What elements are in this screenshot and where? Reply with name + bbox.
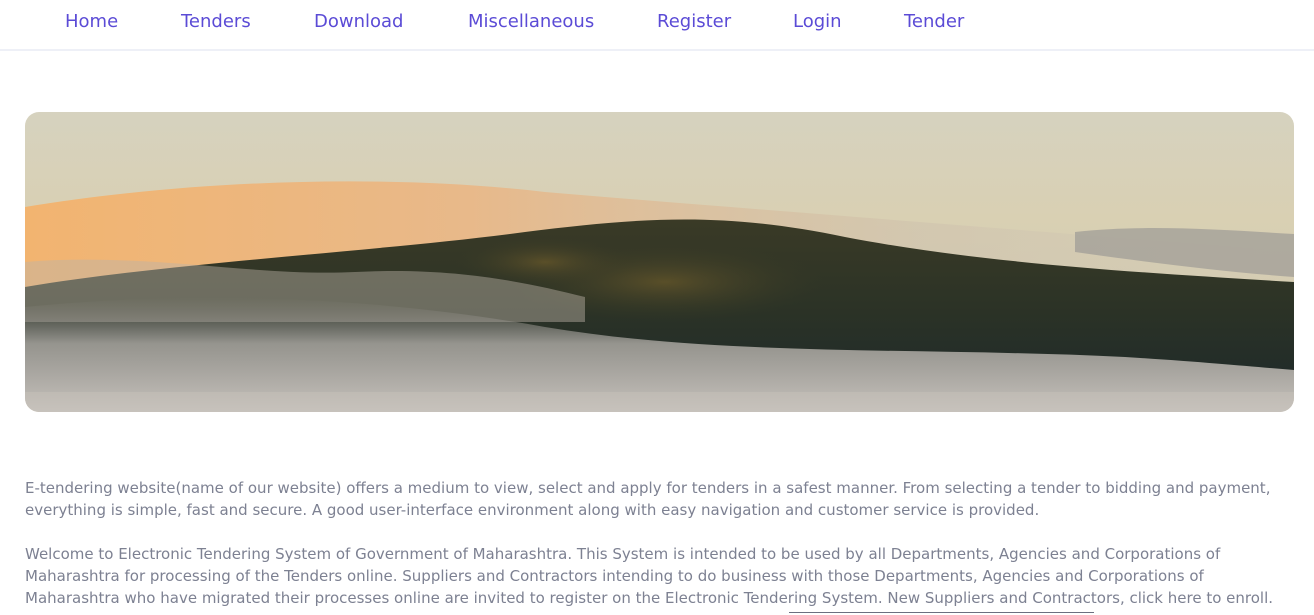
intro-content: E-tendering website(name of our website)…: [25, 477, 1275, 609]
nav-register-link[interactable]: Register: [657, 11, 731, 33]
nav-download-link[interactable]: Download: [314, 11, 403, 33]
intro-paragraph: E-tendering website(name of our website)…: [25, 479, 1271, 519]
nav-tender-link[interactable]: Tender: [904, 11, 964, 33]
nav-miscellaneous-link[interactable]: Miscellaneous: [468, 11, 594, 33]
nav-login-link[interactable]: Login: [793, 11, 842, 33]
nav-tenders-link[interactable]: Tenders: [181, 11, 251, 33]
welcome-paragraph: Welcome to Electronic Tendering System o…: [25, 545, 1274, 607]
hero-banner-image: [25, 112, 1294, 412]
enroll-link-underline[interactable]: [789, 612, 1094, 613]
top-navbar: Home Tenders Download Miscellaneous Regi…: [0, 0, 1314, 51]
nav-home-link[interactable]: Home: [65, 11, 118, 33]
